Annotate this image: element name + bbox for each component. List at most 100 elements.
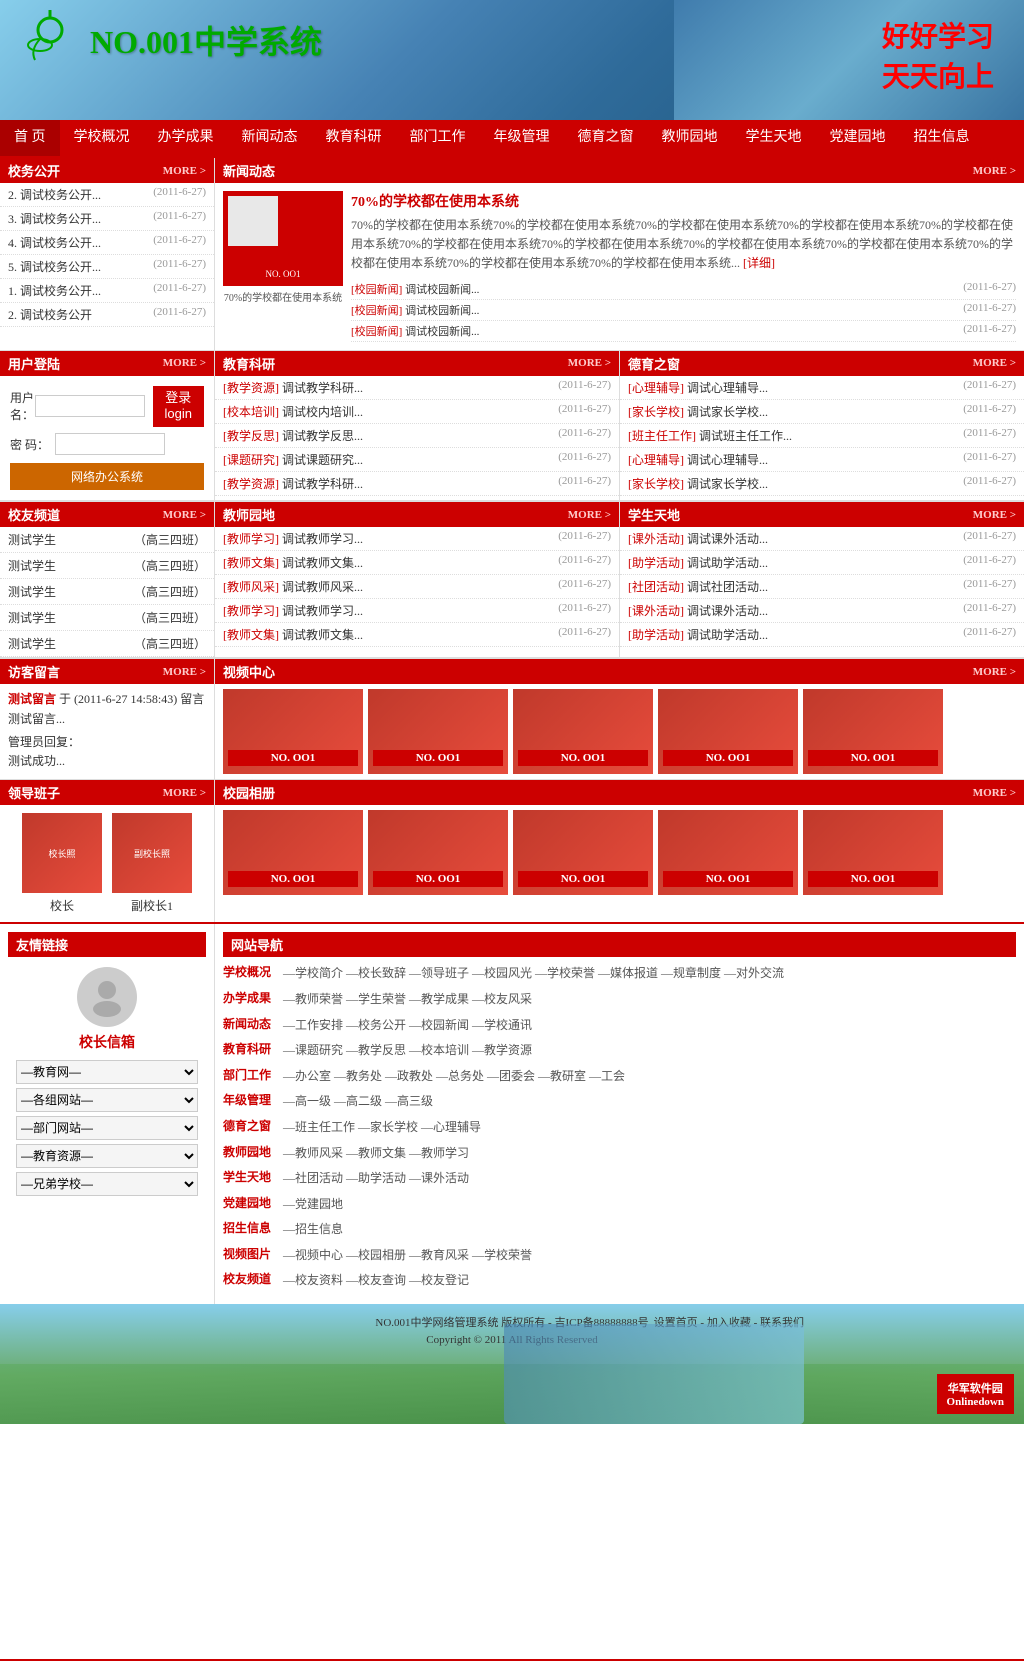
nav-moral-edu[interactable]: 德育之窗 <box>564 120 648 156</box>
student-zone-more[interactable]: MORE > <box>973 509 1016 521</box>
leader-list: 校长照 校长 副校长照 副校长1 <box>0 805 214 922</box>
alumni-more[interactable]: MORE > <box>163 509 206 521</box>
xin-wen-dong-tai-section: 新闻动态 MORE > NO. OO1 70%的学校都在使用本系统 70%的学校… <box>215 158 1024 350</box>
video-thumb[interactable]: NO. OO1 <box>513 689 653 774</box>
xiao-wu-more[interactable]: MORE > <box>163 165 206 177</box>
sitemap-row: 教师园地 —教师风采 —教师文集 —教师学习 <box>223 1143 1016 1165</box>
sitemap-key: 教师园地 <box>223 1143 283 1160</box>
moral-edu-more[interactable]: MORE > <box>973 357 1016 369</box>
list-item-link[interactable]: 5. 调试校务公开... <box>8 258 101 275</box>
user-login-section: 用户登陆 MORE > 用户名： 登录login 密 码： 网络办公系统 <box>0 351 215 501</box>
list-item: [教师学习] 调试教师学习...(2011-6-27) <box>215 599 619 623</box>
photo-album-more[interactable]: MORE > <box>973 787 1016 799</box>
list-item-date: (2011-6-27) <box>153 210 206 227</box>
login-button[interactable]: 登录login <box>153 386 204 428</box>
leader-name: 校长 <box>22 897 102 914</box>
list-item-date: (2011-6-27) <box>153 306 206 323</box>
password-input[interactable] <box>55 433 165 455</box>
oa-button[interactable]: 网络办公系统 <box>10 463 204 490</box>
photo-thumb[interactable]: NO. OO1 <box>513 810 653 895</box>
news-text-content: 70%的学校都在使用本系统 70%的学校都在使用本系统70%的学校都在使用本系统… <box>351 191 1016 342</box>
username-input[interactable] <box>35 395 145 417</box>
list-item-link[interactable]: 1. 调试校务公开... <box>8 282 101 299</box>
teacher-zone-header: 教师园地 MORE > <box>215 502 619 527</box>
logo-area: NO.001中学系统 <box>20 10 322 70</box>
list-item: 2. 调试校务公开 (2011-6-27) <box>0 303 214 327</box>
list-item-date: (2011-6-27) <box>153 282 206 299</box>
friends-title: 友情链接 <box>16 935 68 954</box>
edu-resources-select[interactable]: —教育资源— <box>16 1144 198 1168</box>
sitemap-vals: —课题研究 —教学反思 —校本培训 —教学资源 <box>283 1040 532 1062</box>
jiao-yu-ke-yan-section: 教育科研 MORE > [教学资源] 调试教学科研...(2011-6-27) … <box>215 351 620 501</box>
list-item-link[interactable]: 2. 调试校务公开 <box>8 306 92 323</box>
visitor-msg-more[interactable]: MORE > <box>163 666 206 678</box>
list-item: 5. 调试校务公开...(2011-6-27) <box>0 255 214 279</box>
sitemap-vals: —办公室 —教务处 —政教处 —总务处 —团委会 —教研室 —工会 <box>283 1066 625 1088</box>
dept-sites-select[interactable]: —部门网站— <box>16 1116 198 1140</box>
video-thumb[interactable]: NO. OO1 <box>658 689 798 774</box>
sitemap-vals: —教师荣誉 —学生荣誉 —教学成果 —校友风采 <box>283 989 532 1011</box>
msg-action: 留言 <box>180 692 204 706</box>
leader-more[interactable]: MORE > <box>163 787 206 799</box>
nav-party-building[interactable]: 党建园地 <box>816 120 900 156</box>
school-building-image <box>504 1324 804 1424</box>
sister-schools-select[interactable]: —兄弟学校— <box>16 1172 198 1196</box>
nav-edu-research[interactable]: 教育科研 <box>312 120 396 156</box>
sitemap-vals: —学校简介 —校长致辞 —领导班子 —校园风光 —学校荣誉 —媒体报道 —规章制… <box>283 963 784 985</box>
nav-teacher-zone[interactable]: 教师园地 <box>648 120 732 156</box>
xiao-wu-section-header: 校务公开 MORE > <box>0 158 214 183</box>
nav-grade-mgmt[interactable]: 年级管理 <box>480 120 564 156</box>
xiao-wu-title: 校务公开 <box>8 161 60 180</box>
photo-thumb[interactable]: NO. OO1 <box>368 810 508 895</box>
sitemap-title: 网站导航 <box>231 935 283 954</box>
leader-photo: 副校长照 <box>112 813 192 893</box>
list-item: 测试学生（高三四班） <box>0 631 214 657</box>
sitemap-section: 网站导航 学校概况 —学校简介 —校长致辞 —领导班子 —校园风光 —学校荣誉 … <box>215 924 1024 1304</box>
leader-photo: 校长照 <box>22 813 102 893</box>
login-more[interactable]: MORE > <box>163 357 206 369</box>
news-more[interactable]: MORE > <box>973 165 1016 177</box>
photo-thumb[interactable]: NO. OO1 <box>223 810 363 895</box>
sitemap-key: 部门工作 <box>223 1066 283 1083</box>
nav-home[interactable]: 首 页 <box>0 120 60 156</box>
list-item: [校园新闻] 调试校园新闻...(2011-6-27) <box>351 279 1016 300</box>
news-more-link[interactable]: [详细] <box>743 256 775 270</box>
photo-album-section: 校园相册 MORE > NO. OO1 NO. OO1 NO. OO1 NO. … <box>215 780 1024 922</box>
row6: 友情链接 校长信箱 —教育网— —各组网站— —部门网站— —教育资源— —兄弟… <box>0 922 1024 1304</box>
video-thumb[interactable]: NO. OO1 <box>368 689 508 774</box>
list-item: 3. 调试校务公开... (2011-6-27) <box>0 207 214 231</box>
list-item-link[interactable]: 3. 调试校务公开... <box>8 210 101 227</box>
edu-research-more[interactable]: MORE > <box>568 357 611 369</box>
photo-thumb[interactable]: NO. OO1 <box>803 810 943 895</box>
nav-achievements[interactable]: 办学成果 <box>144 120 228 156</box>
sitemap-vals: —视频中心 —校园相册 —教育风采 —学校荣誉 <box>283 1245 532 1267</box>
list-item: [校园新闻] 调试校园新闻...(2011-6-27) <box>351 321 1016 342</box>
photo-thumb[interactable]: NO. OO1 <box>658 810 798 895</box>
video-thumb[interactable]: NO. OO1 <box>223 689 363 774</box>
row3: 校友频道 MORE > 测试学生（高三四班） 测试学生（高三四班） 测试学生（高… <box>0 501 1024 658</box>
teacher-zone-more[interactable]: MORE > <box>568 509 611 521</box>
list-item-link[interactable]: 4. 调试校务公开... <box>8 234 101 251</box>
teacher-zone-title: 教师园地 <box>223 505 275 524</box>
list-item: [教师学习] 调试教师学习...(2011-6-27) <box>215 527 619 551</box>
video-thumb[interactable]: NO. OO1 <box>803 689 943 774</box>
list-item: [助学活动] 调试助学活动...(2011-6-27) <box>620 623 1024 647</box>
list-item: [助学活动] 调试助学活动...(2011-6-27) <box>620 551 1024 575</box>
video-center-more[interactable]: MORE > <box>973 666 1016 678</box>
video-center-header: 视频中心 MORE > <box>215 659 1024 684</box>
nav-news[interactable]: 新闻动态 <box>228 120 312 156</box>
nav-dept-work[interactable]: 部门工作 <box>396 120 480 156</box>
student-zone-title: 学生天地 <box>628 505 680 524</box>
nav-student-zone[interactable]: 学生天地 <box>732 120 816 156</box>
list-item-date: (2011-6-27) <box>153 234 206 251</box>
edu-network-select[interactable]: —教育网— <box>16 1060 198 1084</box>
slogan-line1: 好好学习 <box>882 15 994 55</box>
sitemap-key: 德育之窗 <box>223 1117 283 1134</box>
xiao-you-pin-dao-section: 校友频道 MORE > 测试学生（高三四班） 测试学生（高三四班） 测试学生（高… <box>0 502 215 657</box>
msg-author: 测试留言 <box>8 692 56 706</box>
nav-enrollment[interactable]: 招生信息 <box>900 120 984 156</box>
group-sites-select[interactable]: —各组网站— <box>16 1088 198 1112</box>
nav-overview[interactable]: 学校概况 <box>60 120 144 156</box>
sitemap-key: 学校概况 <box>223 963 283 980</box>
list-item-link[interactable]: 2. 调试校务公开... <box>8 186 101 203</box>
